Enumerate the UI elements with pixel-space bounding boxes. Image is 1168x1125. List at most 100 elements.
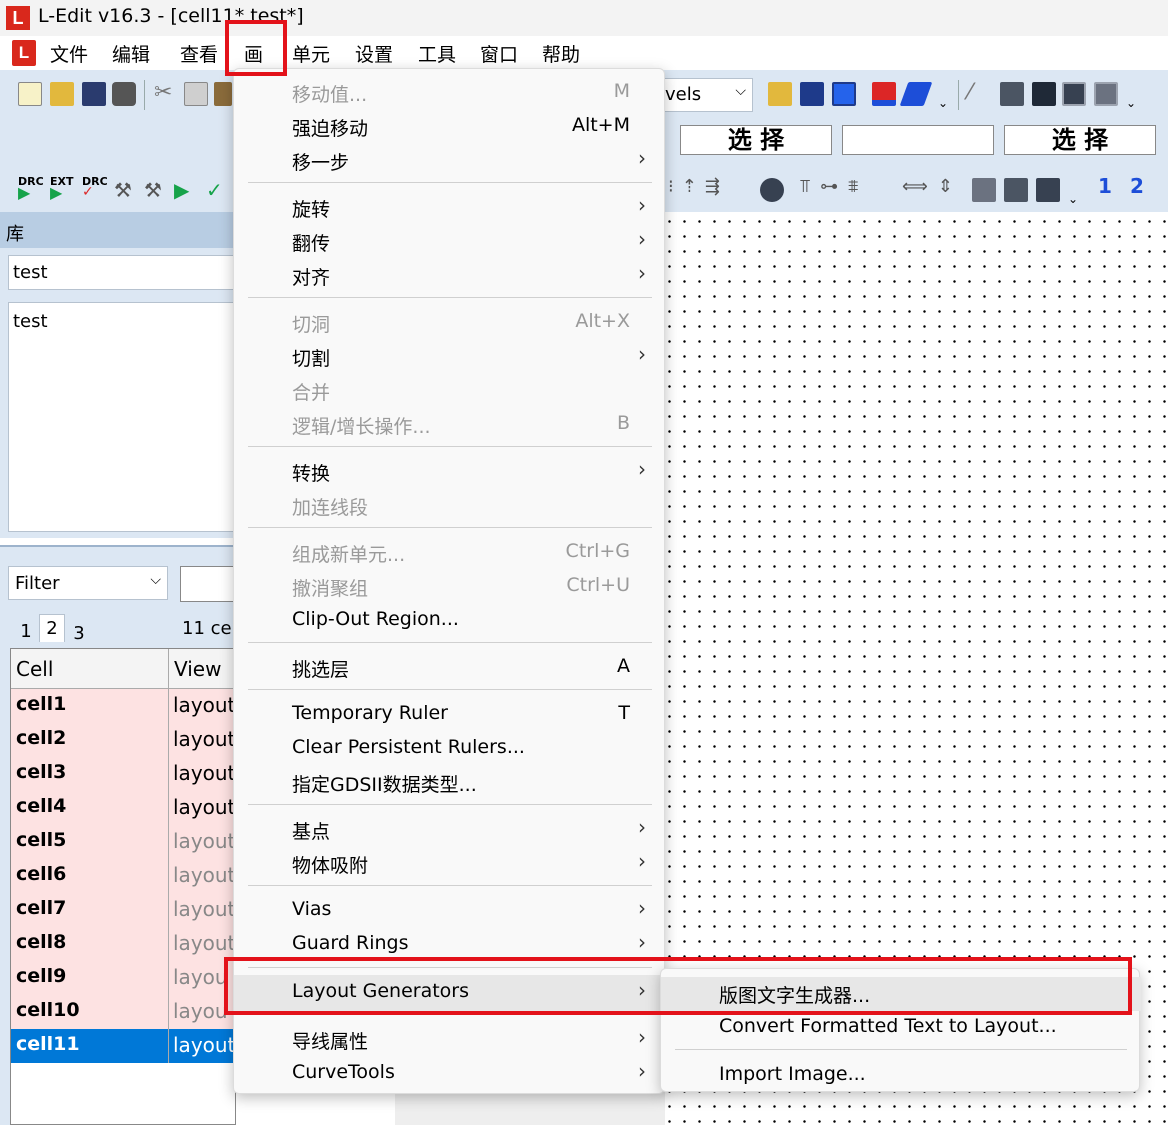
tab-2[interactable]: 2 (39, 614, 65, 642)
check-icon[interactable]: ✓ (206, 178, 223, 202)
drc-check-icon[interactable]: DRC ✓ (82, 176, 108, 199)
arrange-tools-group[interactable]: ⫪⊶⩨ (800, 176, 868, 197)
connect-icon[interactable]: ⊶ (820, 176, 848, 197)
toolbar-overflow-icon[interactable]: ⌄ (1126, 96, 1136, 110)
cut-icon[interactable]: ✂ (154, 80, 172, 105)
document-logo-icon[interactable]: L (12, 40, 36, 66)
table-row[interactable]: cell1 layout (11, 689, 235, 723)
cell-instance-icon[interactable] (760, 178, 784, 202)
toolbar-overflow-icon[interactable]: ⌄ (1068, 192, 1078, 206)
filter-combo[interactable]: Filter ⌵ (8, 566, 168, 600)
cascade-icon[interactable] (800, 82, 824, 106)
layer-palette-icon[interactable] (872, 82, 896, 106)
column-header-cell[interactable]: Cell (11, 649, 169, 689)
distribute-icon[interactable]: ⇡ (682, 176, 705, 197)
height-icon[interactable]: ⇕ (938, 176, 963, 197)
menu-cell[interactable]: 单元 (292, 40, 330, 67)
draw-menu-item[interactable]: Clear Persistent Rulers... (234, 731, 666, 765)
draw-menu-item[interactable]: 对齐 › (234, 258, 666, 292)
table-row[interactable]: cell9 layou (11, 961, 235, 995)
extract-icon[interactable]: EXT ▶ (50, 176, 74, 201)
table-row[interactable]: cell5 layout (11, 825, 235, 859)
cell-view: layout (173, 931, 236, 955)
menu-view[interactable]: 查看 (180, 40, 218, 67)
draw-menu-item[interactable]: 强迫移动 Alt+M (234, 109, 666, 143)
width-icon[interactable]: ⟺ (902, 176, 938, 197)
draw-menu-item[interactable]: 挑选层 A (234, 650, 666, 684)
draw-menu-item[interactable]: Clip-Out Region... (234, 603, 666, 637)
grid-layout-icon[interactable] (1036, 178, 1060, 202)
menu-tools[interactable]: 工具 (418, 40, 456, 67)
table-row[interactable]: cell4 layout (11, 791, 235, 825)
table-row[interactable]: cell2 layout (11, 723, 235, 757)
draw-menu-item[interactable]: 物体吸附 › (234, 846, 666, 880)
draw-menu-item[interactable]: 移一步 › (234, 143, 666, 177)
tiers-icon[interactable]: ⩨ (848, 176, 868, 197)
menu-window[interactable]: 窗口 (480, 40, 518, 67)
print-icon[interactable] (112, 82, 136, 106)
draw-menu-item[interactable]: 切割 › (234, 339, 666, 373)
tier-1-icon[interactable]: 1 (1098, 174, 1112, 198)
draw-menu-item[interactable]: CurveTools › (234, 1056, 666, 1090)
save-icon[interactable] (1000, 82, 1024, 106)
pencil-icon[interactable]: ⁄ (968, 80, 972, 105)
layer-levels-combo[interactable]: vels ⌵ (660, 78, 753, 112)
menu-setup[interactable]: 设置 (355, 40, 393, 67)
menu-help[interactable]: 帮助 (542, 40, 580, 67)
align-icon[interactable]: ⁝ (668, 176, 682, 197)
drc-icon[interactable]: DRC ▶ (18, 176, 44, 201)
stack-icon[interactable]: ⫪ (800, 176, 820, 197)
draw-menu-item[interactable]: 导线属性 › (234, 1022, 666, 1056)
draw-menu-item[interactable]: 旋转 › (234, 190, 666, 224)
draw-menu-item[interactable]: 基点 › (234, 812, 666, 846)
library-list-item[interactable]: test (13, 311, 231, 332)
column-layout-icon[interactable] (972, 178, 996, 202)
wrench-plus-icon[interactable]: ⚒ (144, 178, 162, 202)
step-icon[interactable]: ▶ (174, 178, 189, 202)
tab-3[interactable]: 3 (66, 620, 92, 648)
window-tile-icon[interactable] (1094, 82, 1118, 106)
draw-menu-item[interactable]: Guard Rings › (234, 927, 666, 961)
open-folder-icon[interactable] (50, 82, 74, 106)
table-row[interactable]: cell7 layout (11, 893, 235, 927)
tier-2-icon[interactable]: 2 (1130, 174, 1144, 198)
draw-menu-item[interactable]: 翻传 › (234, 224, 666, 258)
wrench-icon[interactable]: ⚒ (114, 178, 132, 202)
window-icon[interactable] (1062, 82, 1086, 106)
select-mode-button[interactable]: 选 择 (680, 125, 832, 155)
dimension-tools-group[interactable]: ⟺⇕ (902, 176, 963, 197)
table-row[interactable]: cell10 layou (11, 995, 235, 1029)
draw-menu-item[interactable]: 转换 › (234, 454, 666, 488)
submenu-item[interactable]: Convert Formatted Text to Layout... (661, 1011, 1141, 1045)
cell-table[interactable]: Cell View cell1 layout cell2 layout cell3 lay… (10, 648, 236, 1125)
submenu-item[interactable]: Import Image... (661, 1059, 1141, 1093)
menu-edit[interactable]: 编辑 (112, 40, 150, 67)
tab-1[interactable]: 1 (13, 618, 39, 646)
refresh-icon[interactable] (832, 82, 856, 106)
save-all-icon[interactable] (82, 82, 106, 106)
row-layout-icon[interactable] (1004, 178, 1028, 202)
copy-icon[interactable] (184, 82, 208, 106)
library-list[interactable]: test (8, 302, 236, 532)
save-group-icon[interactable] (1032, 82, 1056, 106)
menu-file[interactable]: 文件 (50, 40, 88, 67)
filter-input[interactable] (180, 566, 236, 602)
table-row[interactable]: cell8 layout (11, 927, 236, 961)
select-mode-button-2[interactable]: 选 择 (1004, 125, 1156, 155)
open-icon[interactable] (768, 82, 792, 106)
paste-icon[interactable] (214, 82, 232, 106)
draw-menu-item[interactable]: Vias › (234, 893, 666, 927)
blank-mode-button[interactable] (842, 125, 994, 155)
library-combo[interactable]: test (8, 255, 236, 290)
spacing-icon[interactable]: ⇶ (705, 176, 728, 197)
align-tools-group[interactable]: ⁝⇡⇶ (668, 176, 728, 197)
draw-menu-item[interactable]: Temporary Ruler T (234, 697, 666, 731)
draw-menu-item[interactable]: 指定GDSII数据类型... (234, 765, 666, 799)
table-row[interactable]: cell3 layout (11, 757, 235, 791)
toolbar-overflow-icon[interactable]: ⌄ (938, 96, 948, 110)
table-row[interactable]: cell11 layout (11, 1029, 235, 1063)
table-row[interactable]: cell6 layout (11, 859, 235, 893)
column-header-view[interactable]: View (169, 649, 235, 689)
menu-item-label: 切洞 (292, 314, 331, 336)
new-file-icon[interactable] (18, 82, 42, 106)
